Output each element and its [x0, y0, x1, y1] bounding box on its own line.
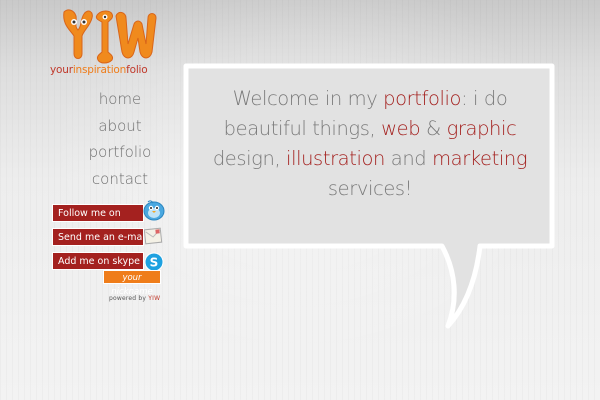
welcome-text-1: Welcome in my	[232, 87, 384, 110]
powered-by-text: powered by	[109, 295, 147, 302]
site-logo[interactable]: yourinspirationfolio	[50, 6, 165, 78]
logo-mark	[63, 9, 157, 64]
skype-nickname: your nickname	[103, 270, 161, 297]
powered-by: powered by YIW	[109, 295, 169, 302]
svg-text:S: S	[150, 256, 159, 270]
welcome-text-4: design,	[212, 147, 287, 170]
welcome-text-5: and	[384, 147, 433, 170]
welcome-highlight-web: web	[381, 117, 421, 140]
logo-text-folio: folio	[126, 64, 148, 76]
welcome-highlight-illustration: illustration	[286, 147, 385, 170]
nav-item-about[interactable]: about	[60, 113, 180, 140]
nav-item-portfolio[interactable]: portfolio	[60, 139, 180, 166]
welcome-text-3: &	[420, 117, 447, 140]
main-nav: home about portfolio contact	[60, 86, 180, 192]
logo-text-inspiration: inspiration	[72, 64, 127, 76]
mail-icon[interactable]	[144, 226, 164, 246]
powered-by-brand[interactable]: YIW	[148, 295, 160, 302]
add-skype-button[interactable]: Add me on skype	[52, 252, 144, 270]
logo-wordmark: yourinspirationfolio	[50, 64, 170, 76]
twitter-icon[interactable]	[140, 198, 166, 222]
follow-twitter-button[interactable]: Follow me on	[52, 204, 144, 222]
skype-icon[interactable]: S	[144, 252, 164, 272]
welcome-text-6: services!	[327, 177, 413, 200]
welcome-message: Welcome in my portfolio: i do beautiful …	[196, 84, 544, 204]
send-email-button[interactable]: Send me an e-mail	[52, 228, 148, 246]
welcome-highlight-marketing: marketing	[432, 147, 528, 170]
nav-item-contact[interactable]: contact	[60, 166, 180, 193]
welcome-highlight-portfolio: portfolio	[383, 87, 462, 110]
nav-item-home[interactable]: home	[60, 86, 180, 113]
welcome-highlight-graphic: graphic	[446, 117, 517, 140]
logo-text-your: your	[50, 64, 73, 76]
